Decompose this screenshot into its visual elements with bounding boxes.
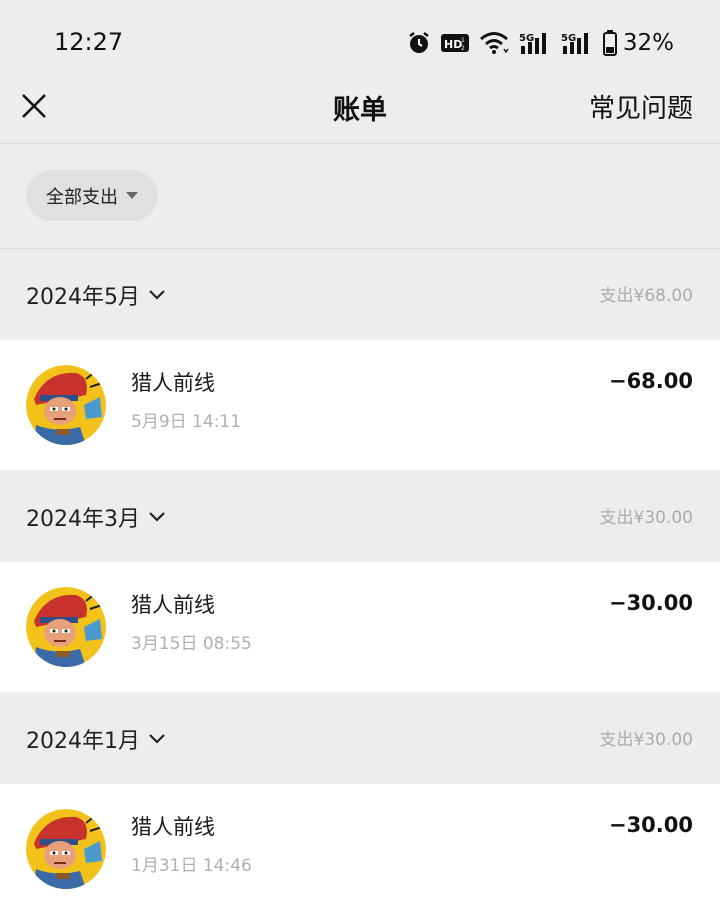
month-toggle[interactable]: 2024年5月	[26, 279, 166, 311]
list-item[interactable]: 猎人前线 3月15日 08:55 −30.00	[0, 562, 720, 692]
avatar	[26, 809, 106, 889]
battery-icon	[602, 30, 617, 56]
month-label: 2024年5月	[26, 285, 140, 310]
month-label: 2024年1月	[26, 729, 140, 754]
status-time: 12:27	[54, 28, 124, 56]
nav-bar: 账单 常见问题	[0, 78, 720, 144]
svg-text:2: 2	[461, 45, 465, 52]
status-bar: 12:27 HD 1 2 5G 5G 32%	[0, 0, 720, 78]
month-header: 2024年1月 支出¥30.00	[0, 693, 720, 783]
record-time: 3月15日 08:55	[131, 634, 252, 654]
filter-label: 全部支出	[46, 186, 118, 208]
signal-5g-icon: 5G	[519, 33, 546, 54]
chevron-down-icon	[149, 734, 165, 744]
month-label: 2024年3月	[26, 507, 140, 532]
record-time: 5月9日 14:11	[131, 412, 242, 432]
svg-text:HD: HD	[444, 38, 462, 51]
record-amount: −30.00	[608, 813, 693, 837]
svg-text:1: 1	[461, 37, 465, 44]
month-toggle[interactable]: 2024年1月	[26, 723, 166, 755]
list-item[interactable]: 猎人前线 5月9日 14:11 −68.00	[0, 340, 720, 470]
faq-link[interactable]: 常见问题	[589, 88, 693, 125]
month-total: 支出¥30.00	[599, 730, 693, 750]
month-header: 2024年5月 支出¥68.00	[0, 249, 720, 339]
wifi-icon	[479, 32, 509, 54]
month-total: 支出¥30.00	[599, 508, 693, 528]
divider	[0, 143, 720, 144]
month-header: 2024年3月 支出¥30.00	[0, 471, 720, 561]
record-name: 猎人前线	[131, 593, 215, 617]
month-total: 支出¥68.00	[599, 286, 693, 306]
alarm-icon	[409, 32, 429, 53]
caret-down-icon	[126, 192, 138, 199]
filter-dropdown[interactable]: 全部支出	[26, 170, 158, 221]
avatar	[26, 587, 106, 667]
month-toggle[interactable]: 2024年3月	[26, 501, 166, 533]
record-amount: −68.00	[608, 369, 693, 393]
hd-icon: HD 1 2	[440, 34, 469, 52]
avatar	[26, 365, 106, 445]
chevron-down-icon	[149, 290, 165, 300]
chevron-down-icon	[149, 512, 165, 522]
signal-5g-icon: 5G	[561, 33, 588, 54]
record-time: 1月31日 14:46	[131, 856, 252, 876]
battery-percent: 32%	[622, 30, 674, 56]
record-name: 猎人前线	[131, 371, 215, 395]
status-icons: HD 1 2 5G 5G 32%	[407, 28, 674, 58]
record-name: 猎人前线	[131, 815, 215, 839]
record-amount: −30.00	[608, 591, 693, 615]
list-item[interactable]: 猎人前线 1月31日 14:46 −30.00	[0, 784, 720, 914]
